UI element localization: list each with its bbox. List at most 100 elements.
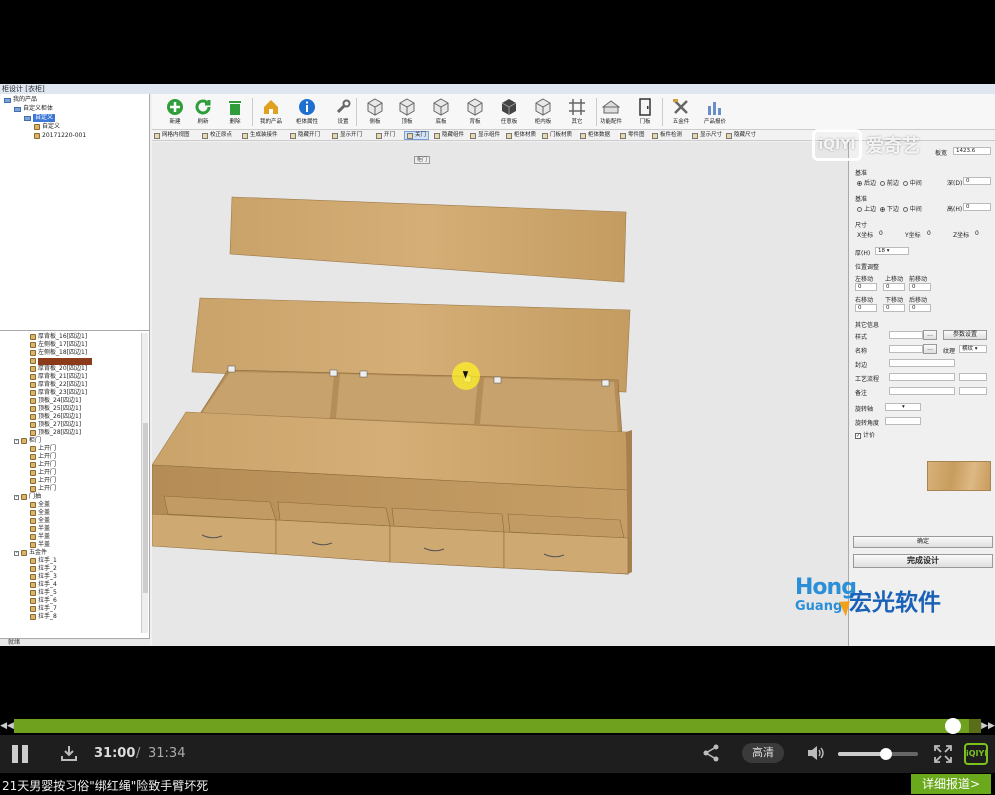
tree-node[interactable]: 自定义: [24, 114, 56, 122]
style-field[interactable]: [889, 331, 923, 339]
view-toolbar-item[interactable]: 门板材质: [542, 131, 572, 140]
toolbar-button-wrench[interactable]: 设置: [328, 96, 358, 128]
volume-icon[interactable]: [806, 744, 826, 762]
progress-bar[interactable]: [14, 718, 981, 734]
thickness-select[interactable]: 18 ▾: [875, 247, 909, 255]
tree-node[interactable]: 拉手_2: [30, 565, 57, 573]
toolbar-button-trash[interactable]: 删除: [220, 96, 250, 128]
name-browse-button[interactable]: ...: [923, 344, 937, 354]
tree-node[interactable]: 厚背板_20[四边1]: [30, 365, 87, 373]
view-toolbar-item[interactable]: 柜体材质: [506, 131, 536, 140]
style-browse-button[interactable]: ...: [923, 330, 937, 340]
tree-node[interactable]: 半盖: [30, 541, 50, 549]
toolbar-button-door[interactable]: 门板: [630, 96, 660, 128]
view-toolbar-item[interactable]: 板件检测: [652, 131, 682, 140]
radio-center[interactable]: 中间: [902, 206, 922, 213]
door-label-tag[interactable]: 柜门: [414, 156, 430, 164]
fast-forward-icon[interactable]: ▶▶: [981, 719, 995, 733]
name-field[interactable]: [889, 345, 923, 353]
x-value[interactable]: 0: [879, 230, 883, 237]
z-value[interactable]: 0: [975, 230, 979, 237]
tree-node[interactable]: 上开门: [30, 461, 56, 469]
volume-slider[interactable]: [838, 748, 918, 760]
y-value[interactable]: 0: [927, 230, 931, 237]
tree-node[interactable]: 我的产品: [4, 96, 37, 104]
view-toolbar-item[interactable]: 显示开门: [332, 131, 362, 140]
view-toolbar-item[interactable]: 隐藏开门: [290, 131, 320, 140]
height-field[interactable]: 0: [963, 203, 991, 211]
tree-node[interactable]: 厚背板_16[四边1]: [30, 333, 87, 341]
right-move-field[interactable]: 0: [855, 304, 877, 312]
confirm-button[interactable]: 确定: [853, 536, 993, 548]
tree-group[interactable]: - 五金件: [14, 549, 47, 557]
edge-field[interactable]: [889, 359, 955, 367]
rotate-angle-field[interactable]: [885, 417, 921, 425]
toolbar-button-box[interactable]: 底板: [426, 96, 456, 128]
count-checkbox[interactable]: ✓ 计价: [855, 430, 875, 439]
tree-group[interactable]: - 柜门: [14, 437, 41, 445]
tree-node[interactable]: 顶板_28[四边1]: [30, 429, 81, 437]
grain-select[interactable]: 横纹 ▾: [959, 345, 987, 353]
tree-node[interactable]: [30, 357, 92, 365]
tree-node[interactable]: 20171220-001: [34, 132, 86, 140]
tree-node[interactable]: 上开门: [30, 453, 56, 461]
tree-node[interactable]: 左侧板_18[四边1]: [30, 349, 87, 357]
baseline1-radios[interactable]: 后边 前边 中间: [857, 178, 922, 187]
toolbar-button-box[interactable]: 背板: [460, 96, 490, 128]
view-toolbar-item[interactable]: 生成装接件: [242, 131, 278, 140]
fullscreen-icon[interactable]: [933, 744, 953, 764]
rear-lid[interactable]: [229, 196, 627, 283]
tree-node[interactable]: 拉手_1: [30, 557, 57, 565]
collapse-icon[interactable]: -: [14, 494, 19, 500]
tree-scrollbar[interactable]: [141, 333, 148, 633]
process-extra-field[interactable]: [959, 373, 987, 381]
board-width-field[interactable]: 1423.6: [953, 147, 991, 155]
tree-node[interactable]: 拉手_8: [30, 613, 57, 621]
detail-report-button[interactable]: 详细报道>: [911, 774, 991, 794]
radio-top[interactable]: 上边: [857, 206, 876, 213]
view-toolbar-item[interactable]: 关门: [404, 131, 430, 140]
tree-node[interactable]: 半盖: [30, 533, 50, 541]
radio-front[interactable]: 前边: [879, 180, 899, 187]
toolbar-button-grid[interactable]: 其它: [562, 96, 592, 128]
note-field[interactable]: [889, 387, 955, 395]
toolbar-button-home[interactable]: 我的产品: [256, 96, 286, 128]
view-toolbar-item[interactable]: 显示尺寸: [692, 131, 722, 140]
params-button[interactable]: 参数设置: [943, 330, 987, 340]
tree-node[interactable]: 厚背板_22[四边1]: [30, 381, 87, 389]
toolbar-button-chart[interactable]: 产品报价: [700, 96, 730, 128]
view-toolbar-item[interactable]: 校正原点: [202, 131, 232, 140]
tree-node[interactable]: 左侧板_17[四边1]: [30, 341, 87, 349]
tree-node[interactable]: 顶板_26[四边1]: [30, 413, 81, 421]
tree-node[interactable]: 拉手_3: [30, 573, 57, 581]
material-swatch[interactable]: [927, 461, 991, 491]
view-toolbar-item[interactable]: 隐藏尺寸: [726, 131, 756, 140]
view-toolbar-item[interactable]: 显示组件: [470, 131, 500, 140]
quality-button[interactable]: 高清: [742, 743, 784, 763]
tree-node[interactable]: 拉手_5: [30, 589, 57, 597]
tree-node[interactable]: 拉手_6: [30, 597, 57, 605]
view-toolbar-item[interactable]: 隐藏组件: [434, 131, 464, 140]
tree-node[interactable]: 顶板_27[四边1]: [30, 421, 81, 429]
front-move-field[interactable]: 0: [909, 283, 931, 291]
tree-node[interactable]: 自定义柜体: [14, 105, 53, 113]
depth-field[interactable]: 0: [963, 177, 991, 185]
tree-node[interactable]: 上开门: [30, 469, 56, 477]
rotate-axis-select[interactable]: ▾: [885, 403, 921, 411]
toolbar-button-box[interactable]: 顶板: [392, 96, 422, 128]
note-extra-field[interactable]: [959, 387, 987, 395]
collapse-icon[interactable]: -: [14, 438, 19, 444]
toolbar-button-info[interactable]: 柜体属性: [292, 96, 322, 128]
left-move-field[interactable]: 0: [855, 283, 877, 291]
pause-icon[interactable]: [10, 745, 30, 763]
toolbar-button-appliance[interactable]: 功能配件: [596, 96, 626, 128]
tree-node[interactable]: 顶板_25[四边1]: [30, 405, 81, 413]
compartment-1[interactable]: [200, 372, 334, 418]
collapse-icon[interactable]: -: [14, 550, 19, 556]
back-move-field[interactable]: 0: [909, 304, 931, 312]
tree-node[interactable]: 自定义: [34, 123, 60, 131]
ticker-headline[interactable]: 21天男婴按习俗"绑红绳"险致手臂坏死: [2, 777, 208, 794]
baseline2-radios[interactable]: 上边 下边 中间: [857, 204, 922, 213]
rewind-icon[interactable]: ◀◀: [0, 719, 14, 733]
tree-node[interactable]: 厚背板_21[四边1]: [30, 373, 87, 381]
